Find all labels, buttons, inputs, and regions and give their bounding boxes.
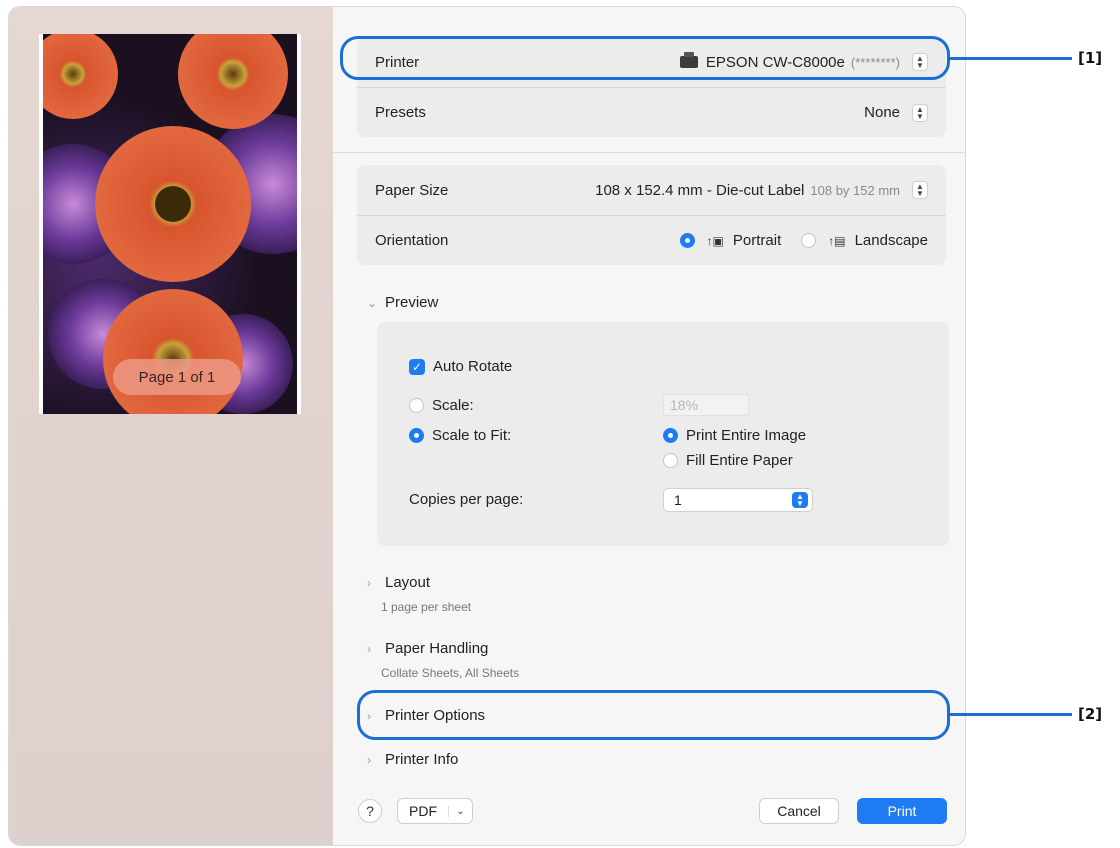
- scale-input[interactable]: 18%: [663, 394, 749, 416]
- auto-rotate-label: Auto Rotate: [433, 358, 513, 375]
- callout-label-2: [2]: [1078, 705, 1103, 723]
- paper-handling-section-header[interactable]: › Paper Handling: [367, 640, 488, 657]
- fill-entire-paper-radio[interactable]: [663, 453, 678, 468]
- callout-highlight-1: [340, 36, 950, 80]
- paper-size-select[interactable]: 108 x 152.4 mm - Die-cut Label 108 by 15…: [595, 181, 928, 199]
- scale-to-fit-radio[interactable]: [409, 428, 424, 443]
- paper-handling-section-subtitle: Collate Sheets, All Sheets: [381, 666, 520, 680]
- portrait-label[interactable]: Portrait: [733, 232, 781, 249]
- scale-to-fit-option[interactable]: Scale to Fit:: [409, 427, 511, 444]
- help-button[interactable]: ?: [358, 799, 382, 823]
- chevron-down-icon[interactable]: ⌄: [448, 805, 472, 817]
- landscape-radio[interactable]: [801, 233, 817, 248]
- layout-section-header[interactable]: › Layout: [367, 574, 430, 591]
- copies-per-page-label: Copies per page:: [409, 491, 524, 508]
- paper-size-value: 108 x 152.4 mm - Die-cut Label: [595, 181, 805, 199]
- paper-size-dims: 108 by 152 mm: [810, 182, 900, 198]
- printer-info-section-header[interactable]: › Printer Info: [367, 751, 458, 768]
- presets-row[interactable]: Presets None ▲ ▼: [357, 87, 946, 137]
- scale-to-fit-label: Scale to Fit:: [432, 427, 512, 444]
- auto-rotate-checkbox[interactable]: ✓: [409, 358, 425, 375]
- print-entire-image-radio[interactable]: [663, 428, 678, 443]
- fill-entire-paper-option[interactable]: Fill Entire Paper: [663, 452, 793, 469]
- presets-value: None: [864, 104, 900, 121]
- landscape-icon: ↑▤: [828, 233, 846, 248]
- flower-photo: Page 1 of 1: [43, 34, 297, 414]
- print-button[interactable]: Print: [857, 798, 947, 824]
- chevron-right-icon: ›: [367, 575, 371, 590]
- printer-info-section-title: Printer Info: [385, 751, 459, 768]
- pdf-menu-button[interactable]: PDF ⌄: [397, 798, 473, 824]
- preview-pane: Page 1 of 1: [9, 7, 333, 845]
- presets-select[interactable]: None ▲ ▼: [864, 103, 928, 122]
- orientation-label: Orientation: [375, 232, 449, 249]
- preview-section-title: Preview: [385, 294, 439, 311]
- page-indicator: Page 1 of 1: [113, 359, 241, 395]
- portrait-icon: ↑▣: [706, 233, 724, 248]
- divider: [333, 152, 965, 153]
- chevron-right-icon: ›: [367, 641, 371, 656]
- preview-section-header[interactable]: ⌄ Preview: [367, 294, 438, 311]
- portrait-radio[interactable]: [679, 233, 695, 248]
- chevron-updown-icon[interactable]: ▲ ▼: [912, 103, 928, 122]
- paper-group: Paper Size 108 x 152.4 mm - Die-cut Labe…: [357, 165, 946, 265]
- orientation-row: Orientation ↑▣ Portrait ↑▤ Landscape: [357, 215, 946, 265]
- cancel-button[interactable]: Cancel: [759, 798, 839, 824]
- presets-label: Presets: [375, 104, 426, 121]
- callout-line-2: [950, 713, 1072, 716]
- fill-entire-paper-label: Fill Entire Paper: [686, 452, 793, 469]
- scale-label: Scale:: [432, 397, 474, 414]
- chevron-right-icon: ›: [367, 752, 371, 767]
- chevron-updown-icon[interactable]: ▲ ▼: [912, 181, 928, 199]
- scale-radio[interactable]: [409, 398, 424, 413]
- callout-line-1: [950, 57, 1072, 60]
- scale-option[interactable]: Scale:: [409, 397, 474, 414]
- landscape-label[interactable]: Landscape: [855, 232, 928, 249]
- callout-highlight-2: [357, 690, 950, 740]
- paper-size-row[interactable]: Paper Size 108 x 152.4 mm - Die-cut Labe…: [357, 165, 946, 215]
- chevron-down-icon: ⌄: [367, 295, 378, 310]
- layout-section-subtitle: 1 page per sheet: [381, 600, 472, 614]
- copies-per-page-value: 1: [674, 492, 682, 508]
- chevron-updown-icon[interactable]: ▲ ▼: [792, 492, 808, 508]
- print-entire-image-option[interactable]: Print Entire Image: [663, 427, 806, 444]
- auto-rotate-option[interactable]: ✓ Auto Rotate: [409, 358, 512, 375]
- paper-size-label: Paper Size: [375, 181, 449, 199]
- pdf-label: PDF: [409, 803, 437, 819]
- print-entire-image-label: Print Entire Image: [686, 427, 807, 444]
- layout-section-title: Layout: [385, 574, 431, 591]
- preview-options: ✓ Auto Rotate Scale: 18% Scale to Fit: P…: [377, 322, 949, 546]
- orientation-options: ↑▣ Portrait ↑▤ Landscape: [679, 232, 928, 249]
- paper-handling-section-title: Paper Handling: [385, 640, 489, 657]
- callout-label-1: [1]: [1078, 49, 1103, 67]
- copies-per-page-select[interactable]: 1 ▲ ▼: [663, 488, 813, 512]
- page-preview: Page 1 of 1: [39, 34, 301, 414]
